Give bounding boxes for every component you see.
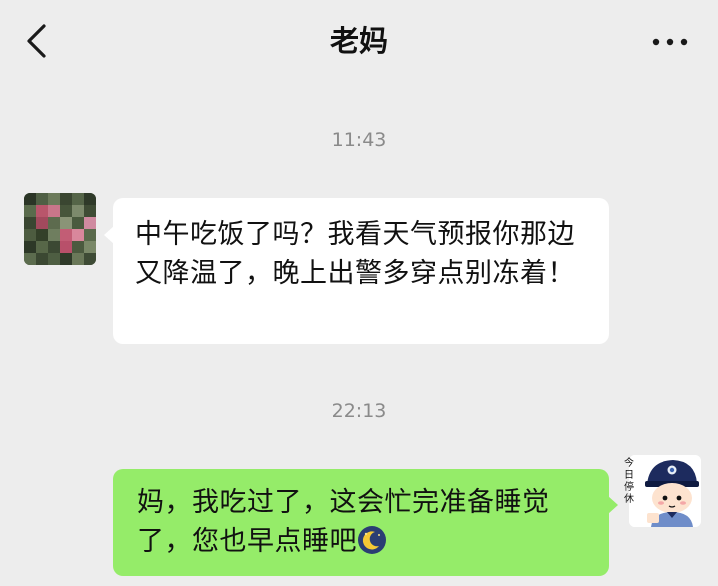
- message-timestamp: 11:43: [331, 129, 387, 151]
- message-timestamp: 22:13: [331, 400, 387, 422]
- incoming-message-text: 中午吃饭了吗？我看天气预报你那边又降温了，晚上出警多穿点别冻着！: [135, 219, 575, 289]
- top-bar: 老妈: [0, 0, 718, 82]
- chevron-left-icon: [27, 24, 46, 58]
- more-options-button[interactable]: [650, 34, 690, 50]
- more-dots-icon: [652, 38, 688, 46]
- contact-avatar[interactable]: [24, 193, 96, 265]
- incoming-message-bubble[interactable]: 中午吃饭了吗？我看天气预报你那边又降温了，晚上出警多穿点别冻着！: [113, 198, 609, 344]
- back-button[interactable]: [22, 22, 52, 60]
- chat-title: 老妈: [329, 24, 388, 58]
- my-avatar[interactable]: [629, 455, 701, 527]
- sticker-caption: 今日停休: [624, 458, 634, 505]
- outgoing-bubble-tail: [608, 496, 618, 514]
- outgoing-message-bubble[interactable]: 妈，我吃过了，这会忙完准备睡觉了，您也早点睡吧: [113, 469, 609, 576]
- flower-photo-avatar: [24, 193, 96, 265]
- outgoing-message-text: 妈，我吃过了，这会忙完准备睡觉了，您也早点睡吧: [137, 487, 550, 557]
- police-cartoon-avatar: [629, 455, 701, 527]
- moon-sleep-emoji-icon: [357, 525, 387, 555]
